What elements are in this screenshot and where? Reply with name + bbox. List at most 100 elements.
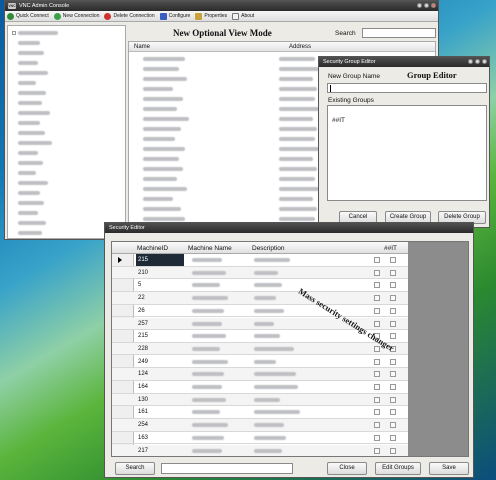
- group-checkbox[interactable]: [374, 422, 380, 429]
- table-row[interactable]: 5: [112, 279, 408, 292]
- machine-id-cell[interactable]: 210: [136, 267, 184, 279]
- table-row[interactable]: 22: [112, 292, 408, 305]
- group-checkbox[interactable]: [374, 384, 380, 390]
- description-cell[interactable]: [254, 330, 280, 342]
- connection-tree[interactable]: [7, 25, 126, 239]
- machine-id-cell[interactable]: 215: [136, 330, 184, 342]
- save-button[interactable]: Save: [429, 462, 469, 475]
- machine-id-cell[interactable]: 249: [136, 356, 184, 368]
- description-cell[interactable]: [254, 305, 284, 317]
- about-button[interactable]: About: [232, 12, 254, 20]
- description-cell[interactable]: [254, 445, 282, 457]
- description-cell[interactable]: [254, 267, 278, 279]
- column-group-it[interactable]: ##IT: [384, 245, 397, 252]
- column-address[interactable]: Address: [289, 44, 311, 50]
- machine-name-cell[interactable]: [192, 445, 222, 457]
- machine-id-cell[interactable]: 124: [136, 368, 184, 380]
- minimize-icon[interactable]: [417, 3, 422, 8]
- table-row[interactable]: 210: [112, 266, 408, 280]
- group-checkbox[interactable]: [374, 269, 380, 276]
- configure-button[interactable]: Configure: [159, 12, 190, 20]
- machine-name-cell[interactable]: [192, 356, 228, 368]
- group-toggle-checkbox[interactable]: [390, 358, 396, 365]
- table-row[interactable]: 164: [112, 381, 408, 394]
- group-editor-titlebar[interactable]: Security Group Editor: [319, 57, 489, 67]
- main-search-input[interactable]: [362, 28, 436, 38]
- group-toggle-checkbox[interactable]: [390, 320, 396, 327]
- table-row[interactable]: 163: [112, 432, 408, 445]
- machine-name-cell[interactable]: [192, 394, 226, 406]
- group-toggle-checkbox[interactable]: [390, 282, 396, 289]
- new-connection-button[interactable]: New Connection: [53, 12, 99, 20]
- group-toggle-checkbox[interactable]: [390, 447, 396, 454]
- table-row[interactable]: 161: [112, 406, 408, 419]
- group-checkbox[interactable]: [374, 371, 380, 378]
- group-toggle-checkbox[interactable]: [390, 269, 396, 276]
- description-cell[interactable]: [254, 368, 296, 380]
- maximize-icon[interactable]: [475, 59, 480, 64]
- machine-name-cell[interactable]: [192, 267, 226, 279]
- group-toggle-checkbox[interactable]: [390, 257, 396, 263]
- machine-id-cell[interactable]: 217: [136, 445, 184, 457]
- column-machine-name[interactable]: Machine Name: [188, 245, 232, 252]
- close-button[interactable]: Close: [327, 462, 367, 475]
- group-checkbox[interactable]: [374, 434, 380, 441]
- edit-groups-button[interactable]: Edit Groups: [375, 462, 421, 475]
- table-row[interactable]: 26: [112, 305, 408, 318]
- machine-id-cell[interactable]: 164: [136, 381, 184, 393]
- group-item[interactable]: ##IT: [332, 117, 345, 124]
- group-toggle-checkbox[interactable]: [390, 295, 396, 302]
- close-icon[interactable]: [482, 59, 487, 64]
- machine-id-cell[interactable]: 163: [136, 432, 184, 444]
- security-search-input[interactable]: [161, 463, 293, 474]
- column-name[interactable]: Name: [134, 44, 150, 50]
- machine-id-cell[interactable]: 228: [136, 343, 184, 355]
- new-group-name-input[interactable]: [327, 83, 487, 93]
- description-cell[interactable]: [254, 432, 286, 444]
- table-row[interactable]: 217: [112, 444, 408, 457]
- machine-id-cell[interactable]: 22: [136, 292, 184, 304]
- description-cell[interactable]: [254, 381, 298, 393]
- security-editor-titlebar[interactable]: Security Editor: [105, 223, 473, 233]
- group-checkbox[interactable]: [374, 320, 380, 327]
- machine-id-cell[interactable]: 257: [136, 318, 184, 330]
- group-checkbox[interactable]: [374, 307, 380, 314]
- machine-id-cell[interactable]: 130: [136, 394, 184, 406]
- main-window-titlebar[interactable]: VNC VNC Admin Console: [5, 1, 438, 11]
- machine-id-cell[interactable]: 5: [136, 279, 184, 291]
- description-cell[interactable]: [254, 356, 276, 368]
- quick-connect-button[interactable]: Quick Connect: [7, 12, 49, 20]
- delete-connection-button[interactable]: Delete Connection: [104, 12, 155, 20]
- machine-id-cell[interactable]: 254: [136, 419, 184, 431]
- machine-id-cell[interactable]: 26: [136, 305, 184, 317]
- description-cell[interactable]: [254, 279, 282, 291]
- group-toggle-checkbox[interactable]: [390, 333, 396, 340]
- machine-name-cell[interactable]: [192, 292, 228, 304]
- properties-button[interactable]: Properties: [195, 12, 227, 20]
- machine-name-cell[interactable]: [192, 343, 220, 355]
- machine-name-cell[interactable]: [192, 368, 224, 380]
- machine-name-cell[interactable]: [192, 406, 220, 418]
- group-toggle-checkbox[interactable]: [390, 422, 396, 429]
- table-row[interactable]: 249: [112, 356, 408, 369]
- group-toggle-checkbox[interactable]: [390, 384, 396, 390]
- close-icon[interactable]: [431, 3, 436, 8]
- machine-id-cell[interactable]: 161: [136, 406, 184, 418]
- table-row[interactable]: 215: [112, 254, 408, 267]
- table-row[interactable]: 254: [112, 419, 408, 432]
- machine-id-cell[interactable]: 215: [136, 254, 184, 266]
- group-checkbox[interactable]: [374, 257, 380, 263]
- machine-name-cell[interactable]: [192, 381, 222, 393]
- group-checkbox[interactable]: [374, 396, 380, 403]
- column-machineid[interactable]: MachineID: [137, 245, 168, 252]
- description-cell[interactable]: [254, 419, 284, 431]
- machine-name-cell[interactable]: [192, 305, 224, 317]
- search-button[interactable]: Search: [115, 462, 155, 475]
- machine-name-cell[interactable]: [192, 254, 222, 266]
- group-checkbox[interactable]: [374, 358, 380, 365]
- machine-name-cell[interactable]: [192, 330, 226, 342]
- group-toggle-checkbox[interactable]: [390, 307, 396, 314]
- group-checkbox[interactable]: [374, 282, 380, 289]
- security-grid[interactable]: MachineID Machine Name Description ##IT …: [111, 241, 469, 457]
- minimize-icon[interactable]: [468, 59, 473, 64]
